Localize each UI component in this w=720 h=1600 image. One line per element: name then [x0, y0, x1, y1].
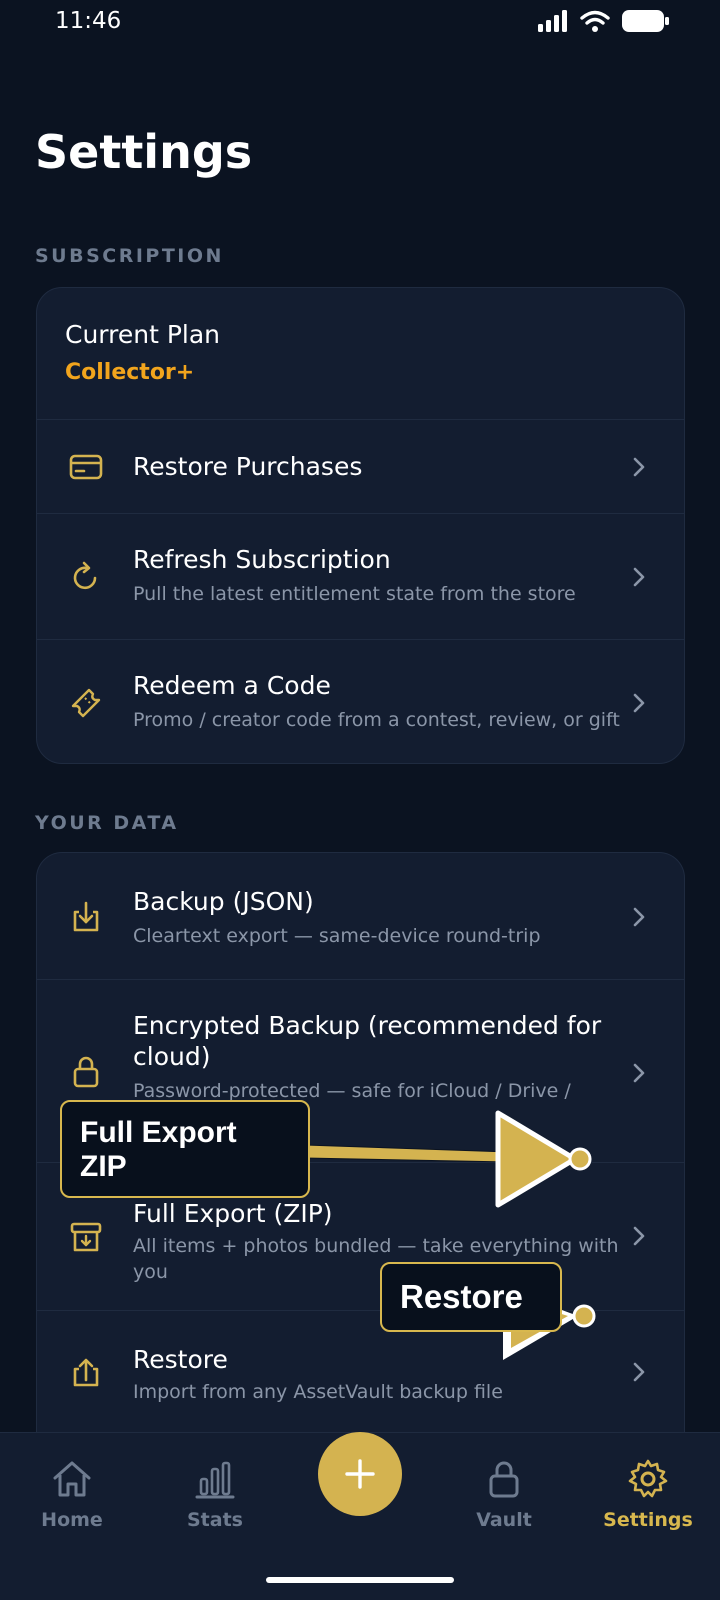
- status-time: 11:46: [55, 8, 122, 34]
- nav-stats[interactable]: Stats: [160, 1457, 270, 1531]
- chevron-right-icon: [628, 906, 650, 928]
- status-bar: 11:46: [0, 0, 720, 44]
- chevron-right-icon: [628, 566, 650, 588]
- chevron-right-icon: [628, 1361, 650, 1383]
- chevron-right-icon: [628, 1062, 650, 1084]
- section-label-your-data: YOUR DATA: [35, 812, 179, 834]
- chevron-right-icon: [628, 692, 650, 714]
- current-plan-row: Current Plan Collector+: [37, 288, 684, 419]
- subscription-card: Current Plan Collector+ Restore Purchase…: [36, 287, 685, 764]
- credit-card-icon: [67, 448, 105, 486]
- nav-home[interactable]: Home: [17, 1457, 127, 1531]
- page-title: Settings: [35, 125, 253, 179]
- redeem-code-subtitle: Promo / creator code from a contest, rev…: [133, 709, 620, 731]
- wifi-icon: [580, 10, 610, 32]
- redeem-code-title: Redeem a Code: [133, 671, 331, 700]
- restore-subtitle: Import from any AssetVault backup file: [133, 1381, 503, 1403]
- plus-icon: [345, 1459, 375, 1489]
- download-icon: [67, 898, 105, 936]
- current-plan-value: Collector+: [65, 360, 195, 385]
- refresh-icon: [67, 558, 105, 596]
- bar-chart-icon: [195, 1461, 235, 1499]
- signal-icon: [538, 10, 567, 32]
- full-export-callout: Full Export ZIP: [60, 1100, 310, 1198]
- archive-icon: [67, 1218, 105, 1256]
- lock-icon: [67, 1052, 105, 1090]
- restore-purchases-row[interactable]: Restore Purchases: [37, 419, 684, 513]
- section-label-subscription: SUBSCRIPTION: [35, 245, 224, 267]
- refresh-subscription-subtitle: Pull the latest entitlement state from t…: [133, 583, 576, 605]
- restore-callout: Restore: [380, 1262, 562, 1332]
- battery-icon: [622, 10, 669, 32]
- chevron-right-icon: [628, 1225, 650, 1247]
- upload-icon: [67, 1353, 105, 1391]
- nav-vault-label: Vault: [476, 1509, 532, 1531]
- current-plan-label: Current Plan: [65, 320, 221, 349]
- nav-settings[interactable]: Settings: [593, 1457, 703, 1531]
- nav-stats-label: Stats: [187, 1509, 243, 1531]
- ticket-icon: [67, 684, 105, 722]
- refresh-subscription-title: Refresh Subscription: [133, 545, 391, 574]
- nav-home-label: Home: [41, 1509, 103, 1531]
- status-icons: [538, 9, 670, 33]
- home-icon: [53, 1461, 91, 1497]
- encrypted-backup-title: Encrypted Backup (recommended for cloud): [133, 1011, 602, 1071]
- restore-purchases-title: Restore Purchases: [133, 452, 363, 481]
- gear-icon: [628, 1459, 668, 1498]
- refresh-subscription-row[interactable]: Refresh Subscription Pull the latest ent…: [37, 513, 684, 639]
- full-export-title: Full Export (ZIP): [133, 1199, 333, 1228]
- nav-settings-label: Settings: [603, 1509, 693, 1531]
- backup-json-row[interactable]: Backup (JSON) Cleartext export — same-de…: [37, 853, 684, 979]
- redeem-code-row[interactable]: Redeem a Code Promo / creator code from …: [37, 639, 684, 763]
- chevron-right-icon: [628, 456, 650, 478]
- backup-json-subtitle: Cleartext export — same-device round-tri…: [133, 925, 541, 947]
- nav-vault[interactable]: Vault: [449, 1457, 559, 1531]
- lock-icon: [489, 1461, 519, 1498]
- restore-row[interactable]: Restore Import from any AssetVault backu…: [37, 1310, 684, 1440]
- home-indicator[interactable]: [266, 1577, 454, 1583]
- backup-json-title: Backup (JSON): [133, 887, 314, 916]
- add-button[interactable]: [318, 1432, 402, 1516]
- restore-title: Restore: [133, 1345, 228, 1374]
